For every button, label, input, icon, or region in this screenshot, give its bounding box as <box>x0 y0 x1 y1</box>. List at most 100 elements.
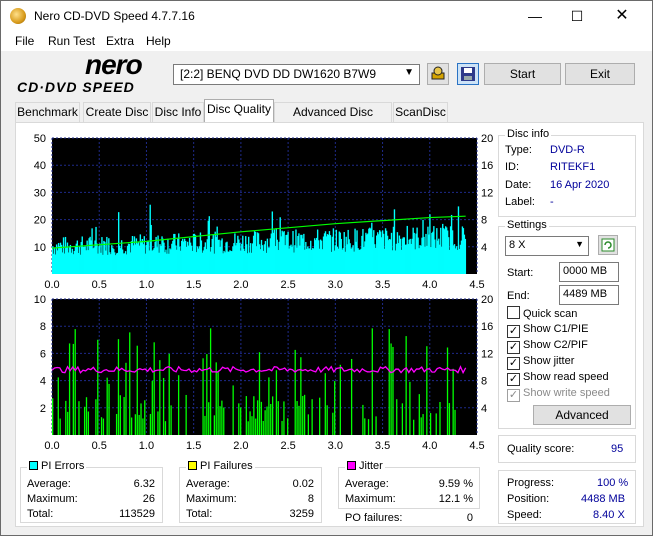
close-icon[interactable]: ✕ <box>599 1 645 31</box>
title-bar: Nero CD-DVD Speed 4.7.7.16 — ☐ ✕ <box>1 1 652 31</box>
pi-failure-bar <box>375 416 377 435</box>
pi-failure-bar <box>401 403 404 435</box>
pi-failure-bar <box>448 403 451 435</box>
pi-failure-bar <box>303 394 306 435</box>
pi-failure-bar <box>439 402 441 435</box>
pi-failures-swatch <box>188 461 197 470</box>
pi-failures-avg-value: 0.02 <box>292 478 314 490</box>
pi-failure-bar <box>287 418 289 435</box>
pi-failure-bar <box>151 380 153 435</box>
jitter-swatch <box>347 461 356 470</box>
pi-errors-avg-label: Average: <box>27 478 71 490</box>
y-left-tick-label: 10 <box>34 294 46 306</box>
tab-disc-info[interactable]: Disc Info <box>152 102 204 122</box>
pi-errors-max-value: 26 <box>142 493 155 505</box>
po-failures-label: PO failures: <box>345 512 403 524</box>
menu-run-test[interactable]: Run Test <box>48 34 95 48</box>
x-tick-label: 0.0 <box>44 440 59 451</box>
pi-failure-bar <box>350 358 353 435</box>
pi-failure-bar <box>223 407 225 435</box>
pi-failure-bar <box>221 400 223 435</box>
pi-failure-bar <box>140 403 142 435</box>
tab-scandisc[interactable]: ScanDisc <box>393 102 448 122</box>
pi-failure-bar <box>67 411 69 435</box>
advanced-button[interactable]: Advanced <box>533 405 631 425</box>
pi-failure-bar <box>74 329 76 435</box>
pi-failure-bar <box>258 352 261 435</box>
show-read-speed-checkbox[interactable]: ✓ Show read speed <box>507 371 609 386</box>
start-button[interactable]: Start <box>484 63 561 85</box>
pi-failure-bar <box>332 412 334 435</box>
disc-type-value: DVD-R <box>550 144 585 156</box>
app-window: Nero CD-DVD Speed 4.7.7.16 — ☐ ✕ File Ru… <box>0 0 653 536</box>
pi-failure-bar <box>275 370 278 435</box>
speed-label: Speed: <box>507 509 542 521</box>
settings-header: Settings <box>505 219 549 231</box>
pi-errors-total-label: Total: <box>27 508 54 520</box>
pi-failure-bar <box>277 401 279 435</box>
chevron-down-icon: ▼ <box>575 239 584 249</box>
x-tick-label: 0.0 <box>44 279 59 290</box>
menu-help[interactable]: Help <box>146 34 171 48</box>
tab-disc-quality[interactable]: Disc Quality <box>204 99 274 123</box>
quality-score-label: Quality score: <box>507 443 575 455</box>
pi-failure-bar <box>319 397 321 435</box>
x-tick-label: 1.5 <box>186 440 201 451</box>
pi-failure-bar <box>311 399 313 435</box>
tab-create-disc[interactable]: Create Disc <box>83 102 151 122</box>
position-value: 4488 MB <box>581 493 626 505</box>
y-right-tick-label: 16 <box>481 160 493 172</box>
x-tick-label: 4.0 <box>422 440 437 451</box>
tab-benchmark[interactable]: Benchmark <box>15 102 80 122</box>
exit-button[interactable]: Exit <box>565 63 635 85</box>
x-tick-label: 2.0 <box>233 440 248 451</box>
pi-failure-bar <box>159 360 161 435</box>
start-input[interactable]: 0000 MB <box>559 262 619 282</box>
jitter-header: Jitter <box>345 460 385 472</box>
pi-failure-bar <box>217 371 219 435</box>
po-failures-value: 0 <box>466 512 473 524</box>
drive-select[interactable]: [2:2] BENQ DVD DD DW1620 B7W9 ▼ <box>173 64 420 85</box>
end-label: End: <box>507 290 530 302</box>
y-right-tick-label: 16 <box>481 321 493 333</box>
tab-advanced-disc-quality[interactable]: Advanced Disc Quality <box>274 102 392 138</box>
pi-failure-bar <box>100 417 103 435</box>
show-c1-checkbox[interactable]: ✓ Show C1/PIE <box>507 323 588 338</box>
pi-failure-bar <box>72 343 74 435</box>
y-left-tick-label: 20 <box>34 215 46 227</box>
show-jitter-checkbox[interactable]: ✓ Show jitter <box>507 355 574 370</box>
refresh-icon[interactable] <box>598 235 618 255</box>
show-c2-checkbox[interactable]: ✓ Show C2/PIF <box>507 339 588 354</box>
pi-failure-bar <box>138 414 140 435</box>
pi-failure-bar <box>215 362 217 435</box>
y-right-tick-label: 20 <box>481 294 493 306</box>
pi-failure-bar <box>302 396 304 435</box>
pi-failure-bar <box>134 414 137 435</box>
pi-failure-bar <box>247 421 249 435</box>
pi-failure-bar <box>57 377 59 435</box>
minimize-icon[interactable]: — <box>512 1 558 31</box>
pi-failures-total-value: 3259 <box>289 508 314 520</box>
pi-failure-bar <box>106 377 108 435</box>
eject-icon[interactable] <box>427 63 449 85</box>
pi-failures-max-label: Maximum: <box>186 493 237 505</box>
quick-scan-checkbox[interactable]: Quick scan <box>507 306 577 320</box>
end-input[interactable]: 4489 MB <box>559 285 619 305</box>
pi-failure-bar <box>307 414 310 435</box>
maximize-icon[interactable]: ☐ <box>554 1 600 31</box>
x-tick-label: 1.0 <box>139 440 154 451</box>
menu-file[interactable]: File <box>15 34 34 48</box>
disc-type-label: Type: <box>505 144 532 156</box>
speed-select[interactable]: 8 X ▼ <box>505 236 589 256</box>
pi-failure-bar <box>371 328 373 435</box>
menu-extra[interactable]: Extra <box>106 34 134 48</box>
pi-failure-bar <box>446 347 449 435</box>
pi-failure-bar <box>164 421 167 435</box>
y-left-tick-label: 6 <box>40 348 46 360</box>
pi-errors-swatch <box>29 461 38 470</box>
pi-failure-bar <box>168 353 170 435</box>
save-icon[interactable] <box>457 63 479 85</box>
y-right-tick-label: 12 <box>481 348 493 360</box>
pi-failure-bar <box>324 373 326 435</box>
pi-errors-chart-svg: 0.0 0.5 1.0 1.5 2.0 2.5 3.0 3.5 4.0 4.5 50 40 30 20 10… <box>34 133 494 290</box>
